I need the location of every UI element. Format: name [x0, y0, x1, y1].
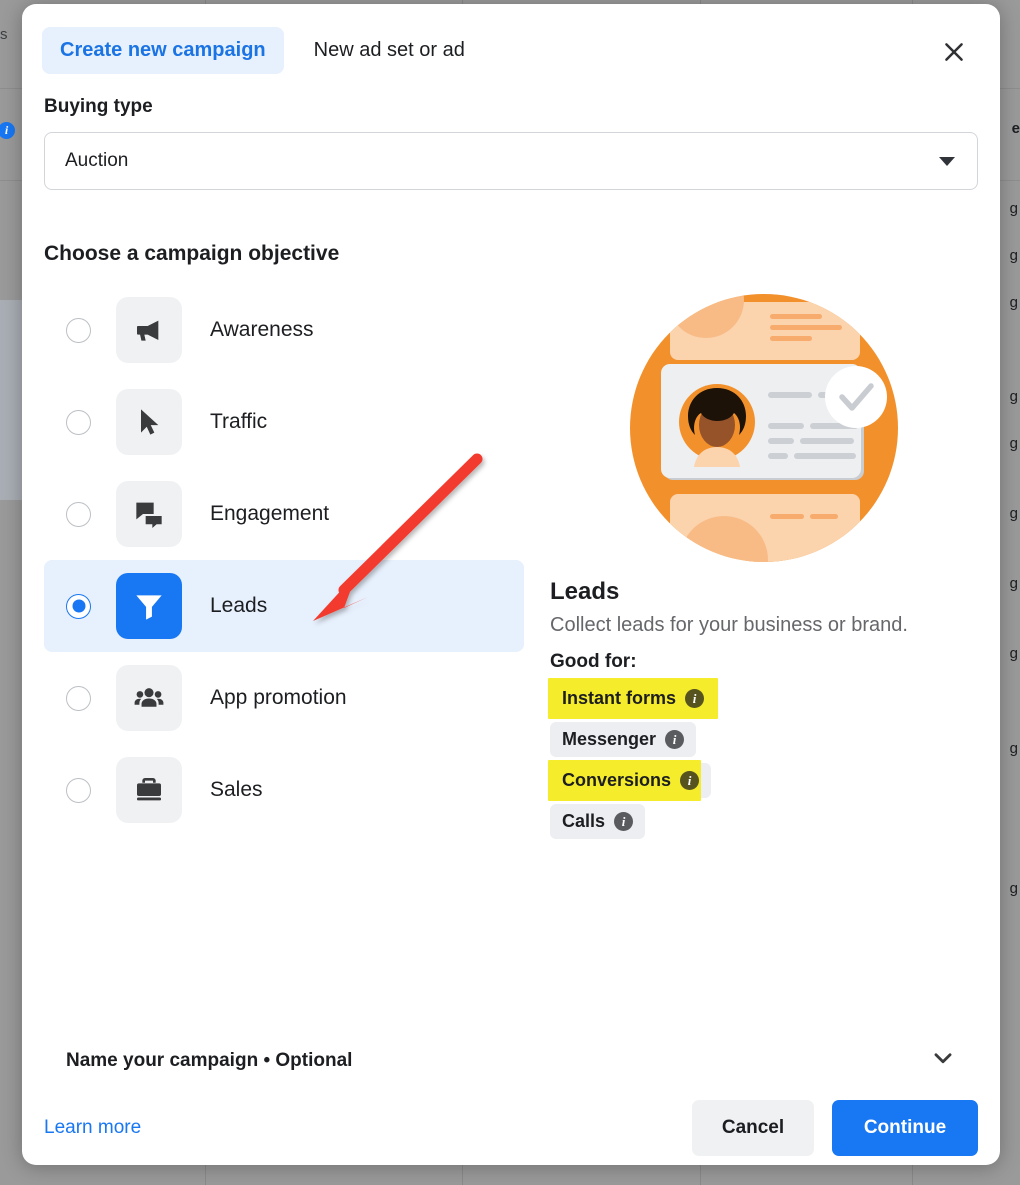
bg-right-text: g: [1009, 435, 1018, 452]
bg-right-text: g: [1009, 505, 1018, 522]
name-your-campaign-section[interactable]: Name your campaign • Optional: [66, 1045, 956, 1076]
detail-title: Leads: [550, 578, 620, 605]
create-campaign-modal: Create new campaign New ad set or ad Buy…: [22, 4, 1000, 1165]
chip-row: Calls i: [550, 804, 978, 839]
objective-label: Awareness: [210, 318, 314, 341]
tab-create-new-campaign[interactable]: Create new campaign: [42, 26, 284, 74]
learn-more-link[interactable]: Learn more: [44, 1117, 141, 1139]
chip-calls[interactable]: Calls i: [550, 804, 646, 839]
chip-label: Instant forms: [562, 688, 677, 708]
tab-new-ad-set-or-ad[interactable]: New ad set or ad: [296, 27, 483, 74]
chip-conversions[interactable]: Conversions i: [548, 760, 712, 801]
objective-label: Leads: [210, 594, 268, 617]
radio-sales[interactable]: [66, 777, 91, 803]
chevron-down-icon[interactable]: [930, 1045, 956, 1076]
objective-detail-panel: Leads Collect leads for your business or…: [524, 284, 978, 845]
good-for-label: Good for:: [550, 651, 637, 672]
modal-header: Create new campaign New ad set or ad: [22, 4, 1000, 96]
buying-type-value: Auction: [65, 150, 129, 171]
chip-instant-forms[interactable]: Instant forms i: [548, 678, 718, 719]
bg-right-text: e: [1011, 120, 1020, 137]
radio-awareness[interactable]: [66, 317, 91, 343]
chip-label: Conversions: [562, 770, 672, 790]
bg-right-text: g: [1009, 294, 1018, 311]
cancel-button[interactable]: Cancel: [692, 1099, 814, 1156]
bg-right-text: g: [1009, 880, 1018, 897]
info-icon[interactable]: i: [614, 812, 634, 831]
chip-messenger[interactable]: Messenger i: [550, 722, 697, 757]
objective-option-engagement[interactable]: Engagement: [44, 468, 524, 560]
leads-contact-card-illustration: [550, 284, 978, 564]
chip-label: Messenger: [562, 729, 657, 749]
objective-section-title: Choose a campaign objective: [44, 242, 340, 265]
caret-down-icon: [939, 156, 955, 166]
objective-option-awareness[interactable]: Awareness: [44, 284, 524, 376]
people-icon: [116, 665, 182, 731]
objective-option-traffic[interactable]: Traffic: [44, 376, 524, 468]
radio-app-promotion[interactable]: [66, 685, 91, 711]
info-icon[interactable]: i: [665, 730, 685, 749]
detail-description: Collect leads for your business or brand…: [550, 614, 908, 636]
objective-option-leads[interactable]: Leads: [44, 560, 524, 652]
buying-type-select[interactable]: Auction: [44, 132, 978, 190]
objective-option-app-promotion[interactable]: App promotion: [44, 652, 524, 744]
objective-option-sales[interactable]: Sales: [44, 744, 524, 836]
objective-label: App promotion: [210, 686, 347, 709]
modal-body: Buying type Auction Choose a campaign ob…: [22, 96, 1000, 1090]
bg-right-text: g: [1009, 247, 1018, 264]
bg-right-text: g: [1009, 388, 1018, 405]
cursor-icon: [116, 389, 182, 455]
continue-button[interactable]: Continue: [832, 1099, 978, 1156]
close-icon[interactable]: [934, 32, 974, 72]
objective-label: Sales: [210, 778, 263, 801]
objective-list: Awareness Traffic Engagement Leads App p…: [44, 284, 524, 845]
radio-engagement[interactable]: [66, 501, 91, 527]
bg-right-text: g: [1009, 740, 1018, 757]
chat-bubbles-icon: [116, 481, 182, 547]
funnel-icon: [116, 573, 182, 639]
bg-right-text: g: [1009, 575, 1018, 592]
chip-row: Messenger i: [550, 722, 978, 757]
info-icon[interactable]: i: [685, 689, 705, 708]
chip-label: Calls: [562, 811, 606, 831]
objective-label: Traffic: [210, 410, 268, 433]
radio-traffic[interactable]: [66, 409, 91, 435]
briefcase-icon: [116, 757, 182, 823]
bg-right-text: g: [1009, 200, 1018, 217]
radio-leads[interactable]: [66, 593, 91, 619]
info-icon[interactable]: i: [680, 771, 700, 790]
name-your-campaign-label: Name your campaign • Optional: [66, 1049, 353, 1071]
megaphone-icon: [116, 297, 182, 363]
modal-footer: Learn more Cancel Continue: [22, 1090, 1000, 1165]
buying-type-label: Buying type: [44, 96, 153, 117]
bg-info-icon: i: [0, 122, 15, 139]
bg-left-text: s: [0, 26, 8, 43]
chip-row: Instant forms i: [548, 678, 978, 719]
bg-right-text: g: [1009, 645, 1018, 662]
objective-label: Engagement: [210, 502, 330, 525]
chip-row: Conversions i: [548, 760, 978, 801]
